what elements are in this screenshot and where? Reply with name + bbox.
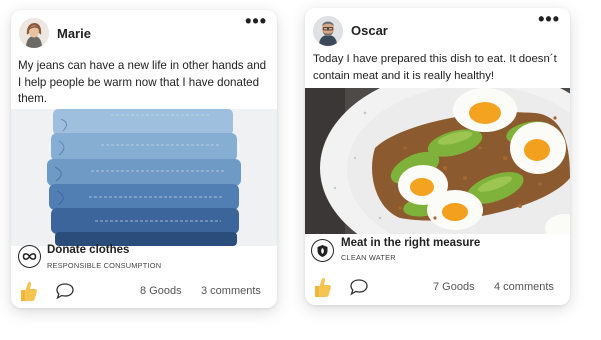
more-horizontal-icon[interactable]: ••• [538, 10, 560, 28]
post-actions: 7 Goods 4 comments [305, 276, 570, 300]
post-actions: 8 Goods 3 comments [11, 280, 277, 304]
post-card-marie: Marie ••• My jeans can have a new life i… [11, 10, 277, 308]
comments-count[interactable]: 4 comments [494, 281, 554, 293]
thumbs-up-icon[interactable] [312, 276, 332, 298]
goods-count[interactable]: 8 Goods [140, 285, 182, 297]
infinity-icon [18, 245, 41, 268]
post-image-food[interactable] [305, 88, 570, 234]
post-text: My jeans can have a new life in other ha… [18, 59, 267, 105]
avatar[interactable] [313, 16, 343, 46]
category-subtitle: RESPONSIBLE CONSUMPTION [47, 261, 162, 270]
speech-bubble-icon[interactable] [349, 278, 369, 296]
goods-count[interactable]: 7 Goods [433, 281, 475, 293]
post-card-oscar: Oscar ••• Today I have prepared this dis… [305, 8, 570, 305]
avocado-egg-toast-image [305, 88, 570, 234]
thumbs-up-icon[interactable] [18, 280, 38, 302]
post-header: Oscar ••• [305, 8, 570, 50]
post-image-jeans[interactable] [11, 109, 277, 246]
jeans-stack-image [11, 109, 277, 246]
comments-count[interactable]: 3 comments [201, 285, 261, 297]
category-title[interactable]: Donate clothes [47, 244, 129, 256]
more-horizontal-icon[interactable]: ••• [245, 12, 267, 30]
username[interactable]: Oscar [351, 23, 388, 38]
speech-bubble-icon[interactable] [55, 282, 75, 300]
avatar-marie-image [19, 18, 49, 48]
category-subtitle: CLEAN WATER [341, 253, 396, 262]
category-title[interactable]: Meat in the right measure [341, 237, 480, 249]
shield-leaf-icon [311, 239, 334, 262]
avatar[interactable] [19, 18, 49, 48]
post-header: Marie ••• [11, 10, 277, 52]
post-text: Today I have prepared this dish to eat. … [313, 53, 557, 82]
avatar-oscar-image [313, 16, 343, 46]
username[interactable]: Marie [57, 26, 91, 41]
